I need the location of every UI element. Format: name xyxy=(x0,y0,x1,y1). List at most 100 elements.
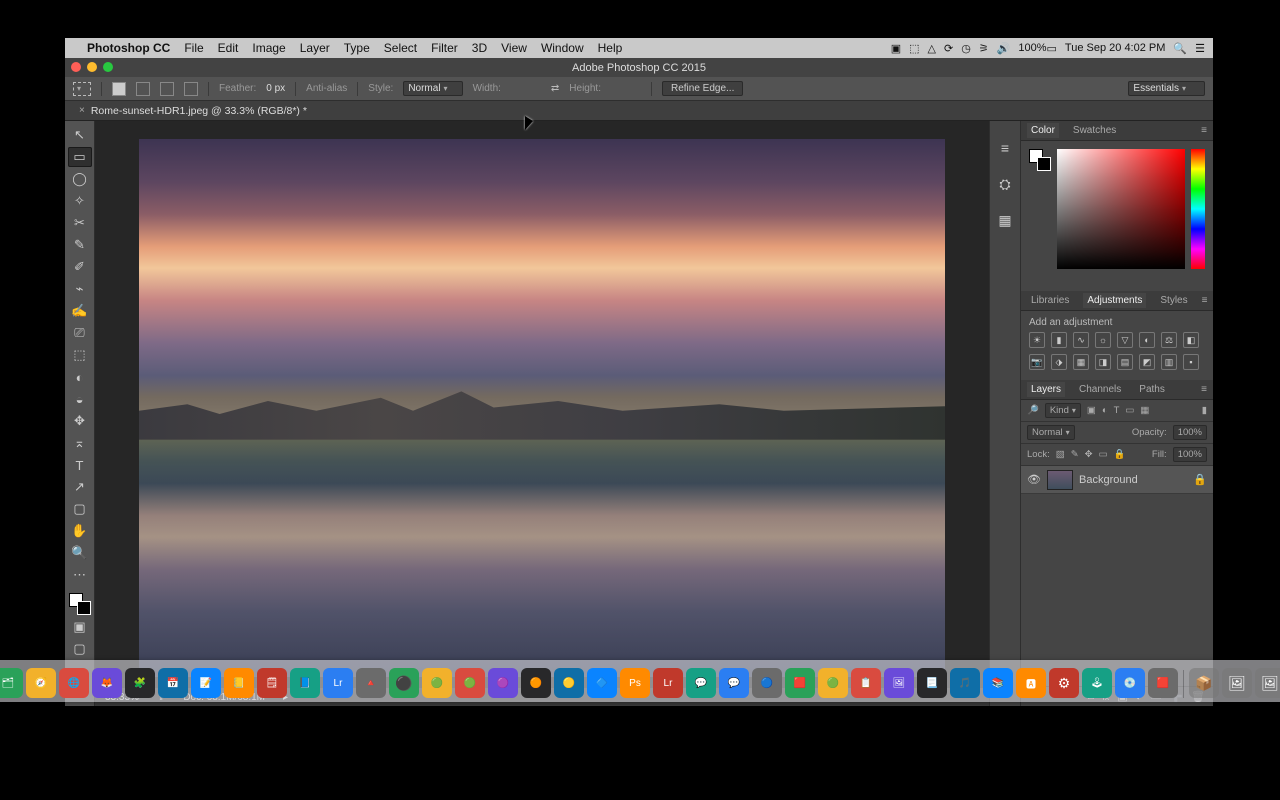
dock-app[interactable]: ⚙ xyxy=(1049,668,1079,698)
tab-swatches[interactable]: Swatches xyxy=(1069,123,1120,138)
filter-shape-icon[interactable]: ▭ xyxy=(1125,405,1134,416)
menu-file[interactable]: File xyxy=(184,41,203,55)
dock-app[interactable]: 🟥 xyxy=(1148,668,1178,698)
volume-icon[interactable]: 🔊 xyxy=(997,42,1011,55)
dock-app[interactable]: 💬 xyxy=(719,668,749,698)
dock-app[interactable]: ⚫ xyxy=(389,668,419,698)
window-close-button[interactable] xyxy=(71,62,81,72)
document-tab[interactable]: × Rome-sunset-HDR1.jpeg @ 33.3% (RGB/8*)… xyxy=(71,101,315,120)
layer-lock-icon[interactable]: 🔒 xyxy=(1193,473,1207,486)
filter-toggle[interactable]: ▮ xyxy=(1202,405,1207,416)
dock-app[interactable]: 📅 xyxy=(158,668,188,698)
refine-edge-button[interactable]: Refine Edge... xyxy=(662,81,743,96)
dock-item[interactable]: 🖼 xyxy=(1255,668,1280,698)
menu-select[interactable]: Select xyxy=(384,41,417,55)
dock-app[interactable]: 🕹 xyxy=(1082,668,1112,698)
adj-threshold-icon[interactable]: ◩ xyxy=(1139,354,1155,370)
quick-mask-icon[interactable]: ▣ xyxy=(68,617,92,637)
dock-app[interactable]: 🔷 xyxy=(587,668,617,698)
actions-panel-icon[interactable]: ▦ xyxy=(996,211,1014,229)
lock-position-icon[interactable]: ✥ xyxy=(1085,449,1093,460)
dock-app[interactable]: Lr xyxy=(323,668,353,698)
tab-layers[interactable]: Layers xyxy=(1027,382,1065,397)
path-tool[interactable]: ↗ xyxy=(68,477,92,497)
adj-selective-icon[interactable]: ▪ xyxy=(1183,354,1199,370)
adj-curves-icon[interactable]: ∿ xyxy=(1073,332,1089,348)
dock-app[interactable]: 📒 xyxy=(224,668,254,698)
selection-intersect-icon[interactable] xyxy=(184,82,198,96)
swap-dimensions-icon[interactable]: ⇄ xyxy=(551,83,559,94)
tab-paths[interactable]: Paths xyxy=(1135,382,1169,397)
dock-app[interactable]: 📝 xyxy=(191,668,221,698)
brush-tool[interactable]: ⌁ xyxy=(68,279,92,299)
magic-wand-tool[interactable]: ✧ xyxy=(68,191,92,211)
menu-edit[interactable]: Edit xyxy=(218,41,239,55)
marquee-tool[interactable]: ▭ xyxy=(68,147,92,167)
style-select[interactable]: Normal xyxy=(403,81,462,96)
tab-libraries[interactable]: Libraries xyxy=(1027,293,1073,308)
lock-all-icon[interactable]: 🔒 xyxy=(1114,449,1126,460)
dock-app[interactable]: 🟠 xyxy=(521,668,551,698)
dock-app[interactable]: 📋 xyxy=(851,668,881,698)
adj-brightness-icon[interactable]: ☀ xyxy=(1029,332,1045,348)
dropbox-icon[interactable]: ⬚ xyxy=(909,42,919,55)
menu-window[interactable]: Window xyxy=(541,41,584,55)
selection-subtract-icon[interactable] xyxy=(160,82,174,96)
dock-app[interactable]: Lr xyxy=(653,668,683,698)
window-minimize-button[interactable] xyxy=(87,62,97,72)
tab-styles[interactable]: Styles xyxy=(1156,293,1191,308)
history-panel-icon[interactable]: ≡ xyxy=(996,139,1014,157)
dock-app[interactable]: 🟣 xyxy=(488,668,518,698)
feather-value[interactable]: 0 px xyxy=(266,83,285,94)
dock-app[interactable]: 🟢 xyxy=(818,668,848,698)
menu-help[interactable]: Help xyxy=(598,41,623,55)
layer-row[interactable]: 👁 Background 🔒 xyxy=(1021,466,1213,494)
dock-app[interactable]: 🧩 xyxy=(125,668,155,698)
move-tool[interactable]: ↖ xyxy=(68,125,92,145)
dock-app[interactable]: 🎵 xyxy=(950,668,980,698)
dock-item[interactable]: 🖼 xyxy=(1222,668,1252,698)
menu-layer[interactable]: Layer xyxy=(300,41,330,55)
adj-levels-icon[interactable]: ▮ xyxy=(1051,332,1067,348)
battery-readout[interactable]: 100% ▭ xyxy=(1018,42,1057,55)
fg-bg-swatches[interactable] xyxy=(69,593,91,615)
dock-app[interactable]: 🔵 xyxy=(752,668,782,698)
dock-app[interactable]: 🟢 xyxy=(455,668,485,698)
adjust-panel-menu-icon[interactable]: ≡ xyxy=(1202,295,1208,306)
eraser-tool[interactable]: ⬚ xyxy=(68,345,92,365)
wifi-icon[interactable]: ⚞ xyxy=(979,42,989,55)
menu-filter[interactable]: Filter xyxy=(431,41,458,55)
color-field[interactable] xyxy=(1057,149,1185,269)
window-zoom-button[interactable] xyxy=(103,62,113,72)
hand-tool[interactable]: ✋ xyxy=(68,521,92,541)
clone-tool[interactable]: ✍ xyxy=(68,301,92,321)
layer-filter-select[interactable]: Kind xyxy=(1045,403,1081,418)
filter-type-icon[interactable]: T xyxy=(1114,405,1120,416)
adj-bw-icon[interactable]: ◧ xyxy=(1183,332,1199,348)
notification-center-icon[interactable]: ☰ xyxy=(1195,42,1205,55)
tab-channels[interactable]: Channels xyxy=(1075,382,1125,397)
dodge-tool[interactable]: ✥ xyxy=(68,411,92,431)
lock-transparent-icon[interactable]: ▧ xyxy=(1056,449,1065,460)
close-tab-icon[interactable]: × xyxy=(79,105,85,116)
dock-app[interactable]: 🗂 xyxy=(0,668,23,698)
dock-app[interactable]: 🟡 xyxy=(554,668,584,698)
blur-tool[interactable]: ◒ xyxy=(68,389,92,409)
healing-tool[interactable]: ✐ xyxy=(68,257,92,277)
status-icon[interactable]: ▣ xyxy=(891,42,901,55)
dock-item[interactable]: 📦 xyxy=(1189,668,1219,698)
adj-exposure-icon[interactable]: ☼ xyxy=(1095,332,1111,348)
adj-hue-icon[interactable]: ◐ xyxy=(1139,332,1155,348)
adj-channel-mixer-icon[interactable]: ⬗ xyxy=(1051,354,1067,370)
dock-app[interactable]: 📃 xyxy=(917,668,947,698)
zoom-tool[interactable]: 🔍 xyxy=(68,543,92,563)
dock-app[interactable]: 🧭 xyxy=(26,668,56,698)
adj-posterize-icon[interactable]: ▤ xyxy=(1117,354,1133,370)
adj-invert-icon[interactable]: ◨ xyxy=(1095,354,1111,370)
layer-name[interactable]: Background xyxy=(1079,474,1138,486)
dock-app[interactable]: Ps xyxy=(620,668,650,698)
fill-value[interactable]: 100% xyxy=(1173,447,1207,462)
adj-gradmap-icon[interactable]: ▥ xyxy=(1161,354,1177,370)
color-panel-menu-icon[interactable]: ≡ xyxy=(1201,125,1207,136)
tab-color[interactable]: Color xyxy=(1027,123,1059,138)
